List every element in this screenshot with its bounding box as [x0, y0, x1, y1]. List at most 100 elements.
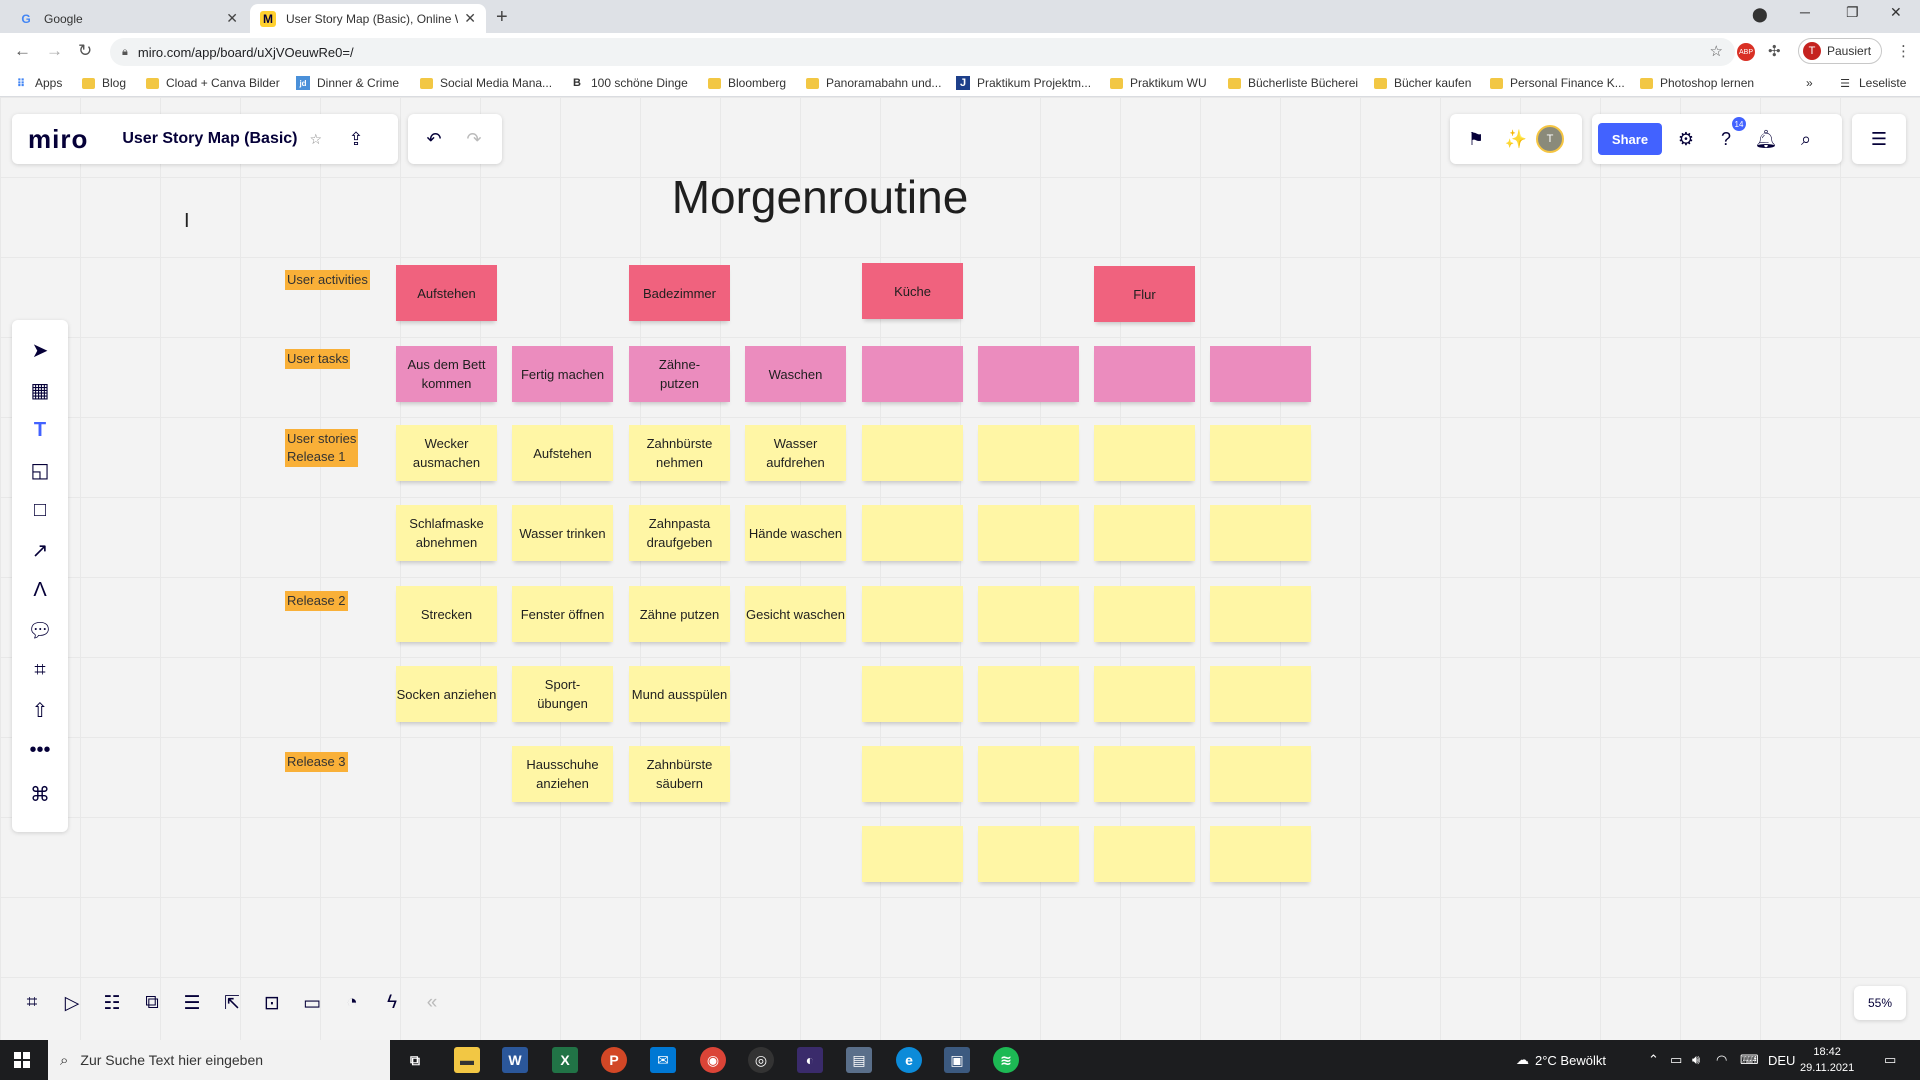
reactions-icon[interactable]: ✨ — [1496, 119, 1536, 159]
story-sticky[interactable] — [862, 505, 963, 561]
reload-icon[interactable]: ↻ — [78, 41, 92, 61]
row-label-tasks[interactable]: User tasks — [285, 349, 351, 369]
bookmark-apps[interactable]: ⠿ Apps — [14, 76, 63, 90]
taskbar-search-input[interactable]: ⌕ Zur Suche Text hier eingeben — [48, 1040, 390, 1080]
bookmark-item[interactable]: Bloomberg — [708, 76, 786, 90]
story-sticky[interactable] — [862, 586, 963, 642]
task-sticky[interactable] — [1210, 346, 1311, 402]
story-sticky[interactable]: Zahnbürste säubern — [629, 746, 730, 802]
bookmark-item[interactable]: Bücherliste Bücherei — [1228, 76, 1358, 90]
export-upload-icon[interactable]: ⇪ — [336, 119, 376, 159]
story-sticky[interactable] — [1094, 826, 1195, 882]
frame-icon[interactable]: ⌗ — [12, 652, 68, 688]
story-sticky[interactable] — [1094, 505, 1195, 561]
pen-icon[interactable]: Λ — [12, 572, 68, 608]
favorite-star-icon[interactable]: ☆ — [310, 131, 323, 148]
apps-plug-icon[interactable]: ⌘ — [12, 776, 68, 812]
task-view-icon[interactable]: ⧉ — [402, 1047, 428, 1073]
story-sticky[interactable]: Schlafmaske abnehmen — [396, 505, 497, 561]
board-title[interactable]: User Story Map (Basic) — [122, 130, 297, 148]
story-sticky[interactable] — [862, 666, 963, 722]
story-sticky[interactable]: Zähne putzen — [629, 586, 730, 642]
bookmark-item[interactable]: J Praktikum Projektm... — [956, 76, 1091, 90]
activity-sticky[interactable]: Badezimmer — [629, 265, 730, 321]
app-icon[interactable]: ▣ — [944, 1047, 970, 1073]
bolt-icon[interactable]: ϟ — [372, 983, 412, 1023]
user-avatar[interactable]: T — [1536, 125, 1564, 153]
select-cursor-icon[interactable]: ➤ — [12, 332, 68, 368]
story-sticky[interactable] — [1210, 746, 1311, 802]
story-sticky[interactable] — [1210, 586, 1311, 642]
story-sticky[interactable] — [1210, 505, 1311, 561]
bookmark-star-icon[interactable]: ☆ — [1710, 42, 1723, 60]
comments-icon[interactable]: ☷ — [92, 983, 132, 1023]
undo-icon[interactable]: ↶ — [414, 119, 454, 159]
restore-icon[interactable]: ❐ — [1846, 4, 1859, 21]
story-sticky[interactable]: Strecken — [396, 586, 497, 642]
bookmark-item[interactable]: jd Dinner & Crime — [296, 76, 399, 90]
screenshare-icon[interactable]: ⊡ — [252, 983, 292, 1023]
tab-search-icon[interactable]: ⬤ — [1752, 6, 1768, 23]
volume-icon[interactable]: 🔊︎ — [1692, 1040, 1700, 1080]
excel-icon[interactable]: X — [552, 1047, 578, 1073]
text-tool-icon[interactable]: T — [12, 412, 68, 448]
frames-icon[interactable]: ⌗ — [12, 983, 52, 1023]
settings-sliders-icon[interactable]: ⚙ — [1666, 119, 1706, 159]
story-sticky[interactable]: Gesicht waschen — [745, 586, 846, 642]
story-sticky[interactable] — [1210, 666, 1311, 722]
story-sticky[interactable] — [862, 826, 963, 882]
bookmark-item[interactable]: Praktikum WU — [1110, 76, 1207, 90]
bookmark-item[interactable]: Photoshop lernen — [1640, 76, 1754, 90]
row-label-stories[interactable]: User stories Release 1 — [285, 429, 359, 467]
task-sticky[interactable] — [862, 346, 963, 402]
templates-icon[interactable]: ▦ — [12, 372, 68, 408]
profile-button[interactable]: T Pausiert — [1798, 38, 1883, 64]
board-heading[interactable]: Morgenroutine — [620, 170, 1020, 224]
weather-widget[interactable]: ☁ 2°C Bewölkt — [1516, 1040, 1606, 1080]
upload-icon[interactable]: ⇧ — [12, 692, 68, 728]
comment-icon[interactable]: 💬︎ — [12, 612, 68, 648]
help-icon[interactable]: ? 14 — [1706, 117, 1746, 159]
url-bar[interactable]: 🔒︎ miro.com/app/board/uXjVOeuwRe0=/ ☆ — [110, 38, 1735, 66]
windows-start-icon[interactable] — [14, 1052, 30, 1068]
extensions-puzzle-icon[interactable]: ✣ — [1768, 42, 1781, 60]
wifi-icon[interactable]: ◠ — [1716, 1040, 1727, 1080]
bookmark-item[interactable]: Blog — [82, 76, 126, 90]
video-call-icon[interactable]: ▭ — [292, 983, 332, 1023]
story-sticky[interactable] — [978, 586, 1079, 642]
story-sticky[interactable] — [1210, 425, 1311, 481]
bookmark-item[interactable]: Bücher kaufen — [1374, 76, 1471, 90]
redo-icon[interactable]: ↷ — [454, 119, 494, 159]
taskbar-clock[interactable]: 18:42 29.11.2021 — [1800, 1044, 1854, 1076]
story-sticky[interactable]: Wecker ausmachen — [396, 425, 497, 481]
story-sticky[interactable]: Hände waschen — [745, 505, 846, 561]
task-sticky[interactable] — [1094, 346, 1195, 402]
zoom-level[interactable]: 55% — [1854, 986, 1906, 1020]
presentation-icon[interactable]: ▷ — [52, 983, 92, 1023]
story-sticky[interactable] — [978, 425, 1079, 481]
chrome-icon[interactable]: ◉ — [700, 1047, 726, 1073]
bookmark-item[interactable]: Social Media Mana... — [420, 76, 552, 90]
kanban-icon[interactable]: ☰ — [172, 983, 212, 1023]
row-label-release3[interactable]: Release 3 — [285, 752, 348, 772]
story-sticky[interactable]: Hausschuhe anziehen — [512, 746, 613, 802]
tray-usb-icon[interactable]: ▭ — [1670, 1040, 1682, 1080]
row-label-activities[interactable]: User activities — [285, 270, 370, 290]
story-sticky[interactable] — [1094, 746, 1195, 802]
task-sticky[interactable]: Zähne- putzen — [629, 346, 730, 402]
powerpoint-icon[interactable]: P — [601, 1047, 627, 1073]
task-sticky[interactable] — [978, 346, 1079, 402]
back-icon[interactable]: ← — [14, 41, 31, 61]
story-sticky[interactable] — [978, 666, 1079, 722]
more-bookmarks-icon[interactable]: » — [1806, 76, 1813, 90]
close-tab-icon[interactable]: ✕ — [226, 10, 238, 27]
close-window-icon[interactable]: ✕ — [1890, 4, 1902, 21]
story-sticky[interactable] — [1094, 586, 1195, 642]
story-sticky[interactable]: Aufstehen — [512, 425, 613, 481]
notes-list-icon[interactable]: ☰ — [1859, 119, 1899, 159]
story-sticky[interactable] — [1210, 826, 1311, 882]
task-sticky[interactable]: Waschen — [745, 346, 846, 402]
forward-icon[interactable]: → — [46, 41, 63, 61]
story-sticky[interactable] — [862, 425, 963, 481]
file-explorer-icon[interactable]: ▬ — [454, 1047, 480, 1073]
